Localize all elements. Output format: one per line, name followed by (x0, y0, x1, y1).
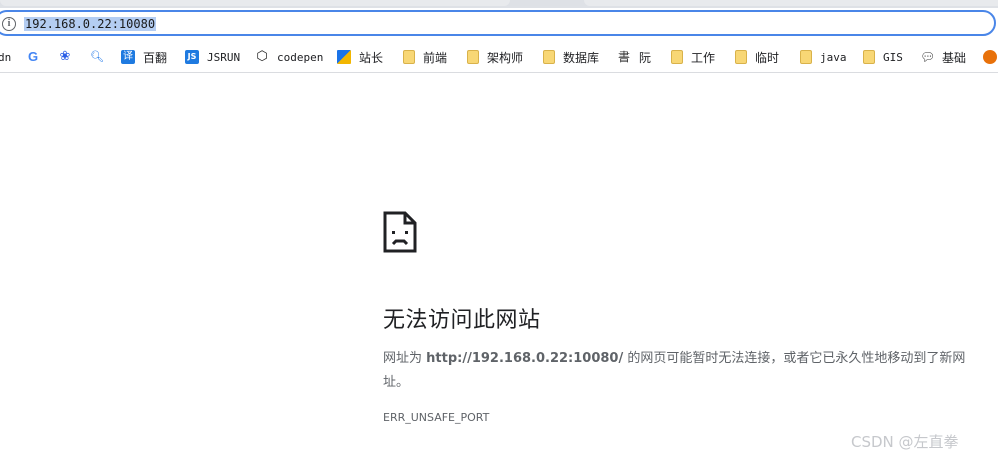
folder-icon (800, 50, 812, 64)
bookmark-label: dn (0, 50, 12, 64)
bookmark-folder-java[interactable]: java (800, 49, 847, 65)
bookmark-folder-architect[interactable]: 架构师 (467, 49, 523, 65)
bookmark-folder-gis[interactable]: GIS (863, 49, 903, 65)
bookmark-folder-database[interactable]: 数据库 (543, 49, 599, 65)
chat-bubble-icon: 💬︎ (920, 50, 936, 64)
bookmarks-bar: dn G ❀ 🔍︎ 译 百翻 JS JSRUN ⬡ codepen 站长 前端 … (0, 42, 998, 73)
error-url: http://192.168.0.22:10080/ (426, 351, 624, 366)
info-icon[interactable]: i (2, 17, 16, 31)
url-input[interactable]: 192.168.0.22:10080 (24, 17, 157, 31)
folder-icon (467, 50, 479, 64)
bookmark-label: 阮 (639, 50, 652, 65)
error-description: 网址为 http://192.168.0.22:10080/ 的网页可能暂时无法… (383, 347, 983, 395)
bookmark-extension[interactable] (983, 49, 998, 65)
bookmark-label: JSRUN (207, 50, 241, 64)
bookmark-label: 架构师 (487, 50, 524, 65)
error-title: 无法访问此网站 (383, 308, 541, 333)
bookmark-dn[interactable]: dn (0, 49, 11, 65)
watermark: CSDN @左直拳 (851, 433, 959, 451)
folder-icon (735, 50, 747, 64)
translate-icon: 译 (121, 50, 135, 64)
search-icon: 🔍︎ (90, 50, 104, 63)
baidu-paw-icon: ❀ (59, 49, 71, 64)
browser-tab[interactable] (584, 0, 998, 6)
jsrun-icon: JS (185, 50, 199, 64)
bookmark-baidu[interactable]: ❀ (58, 49, 80, 65)
error-code: ERR_UNSAFE_PORT (383, 411, 490, 424)
bookmark-zhanzhang[interactable]: 站长 (337, 49, 383, 65)
bookmark-label: 基础 (942, 50, 967, 65)
tab-strip (0, 0, 998, 8)
bookmark-folder-work[interactable]: 工作 (671, 49, 715, 65)
folder-icon (403, 50, 415, 64)
bookmark-google[interactable]: G (26, 49, 48, 65)
bookmark-folder-temp[interactable]: 临时 (735, 49, 779, 65)
browser-tab[interactable] (0, 0, 510, 6)
browser-toolbar: i 192.168.0.22:10080 (0, 8, 998, 42)
bookmark-label: codepen (277, 50, 324, 64)
bookmark-basics[interactable]: 💬︎ 基础 (920, 49, 966, 65)
zhanzhang-icon (337, 50, 351, 64)
sad-page-icon (383, 211, 417, 253)
bookmark-label: java (820, 50, 847, 64)
bookmark-label: GIS (883, 50, 903, 64)
folder-icon (671, 50, 683, 64)
bookmark-ruan[interactable]: 書 阮 (617, 49, 651, 65)
bookmark-label: 临时 (755, 50, 780, 65)
bookmark-folder-frontend[interactable]: 前端 (403, 49, 447, 65)
bookmark-codepen[interactable]: ⬡ codepen (255, 49, 323, 65)
bookmark-label: 数据库 (563, 50, 600, 65)
bookmark-jsrun[interactable]: JS JSRUN (185, 49, 240, 65)
ruan-icon: 書 (617, 50, 630, 64)
folder-icon (543, 50, 555, 64)
bookmark-label: 站长 (359, 50, 384, 65)
bookmark-baifan[interactable]: 译 百翻 (121, 49, 167, 65)
error-desc-prefix: 网址为 (383, 351, 427, 366)
codepen-icon: ⬡ (256, 49, 268, 64)
bookmark-label: 前端 (423, 50, 448, 65)
bookmark-search[interactable]: 🔍︎ (90, 49, 112, 65)
bookmark-label: 百翻 (143, 50, 168, 65)
google-icon: G (27, 49, 39, 64)
extension-icon (983, 50, 997, 64)
folder-icon (863, 50, 875, 64)
bookmark-label: 工作 (691, 50, 716, 65)
